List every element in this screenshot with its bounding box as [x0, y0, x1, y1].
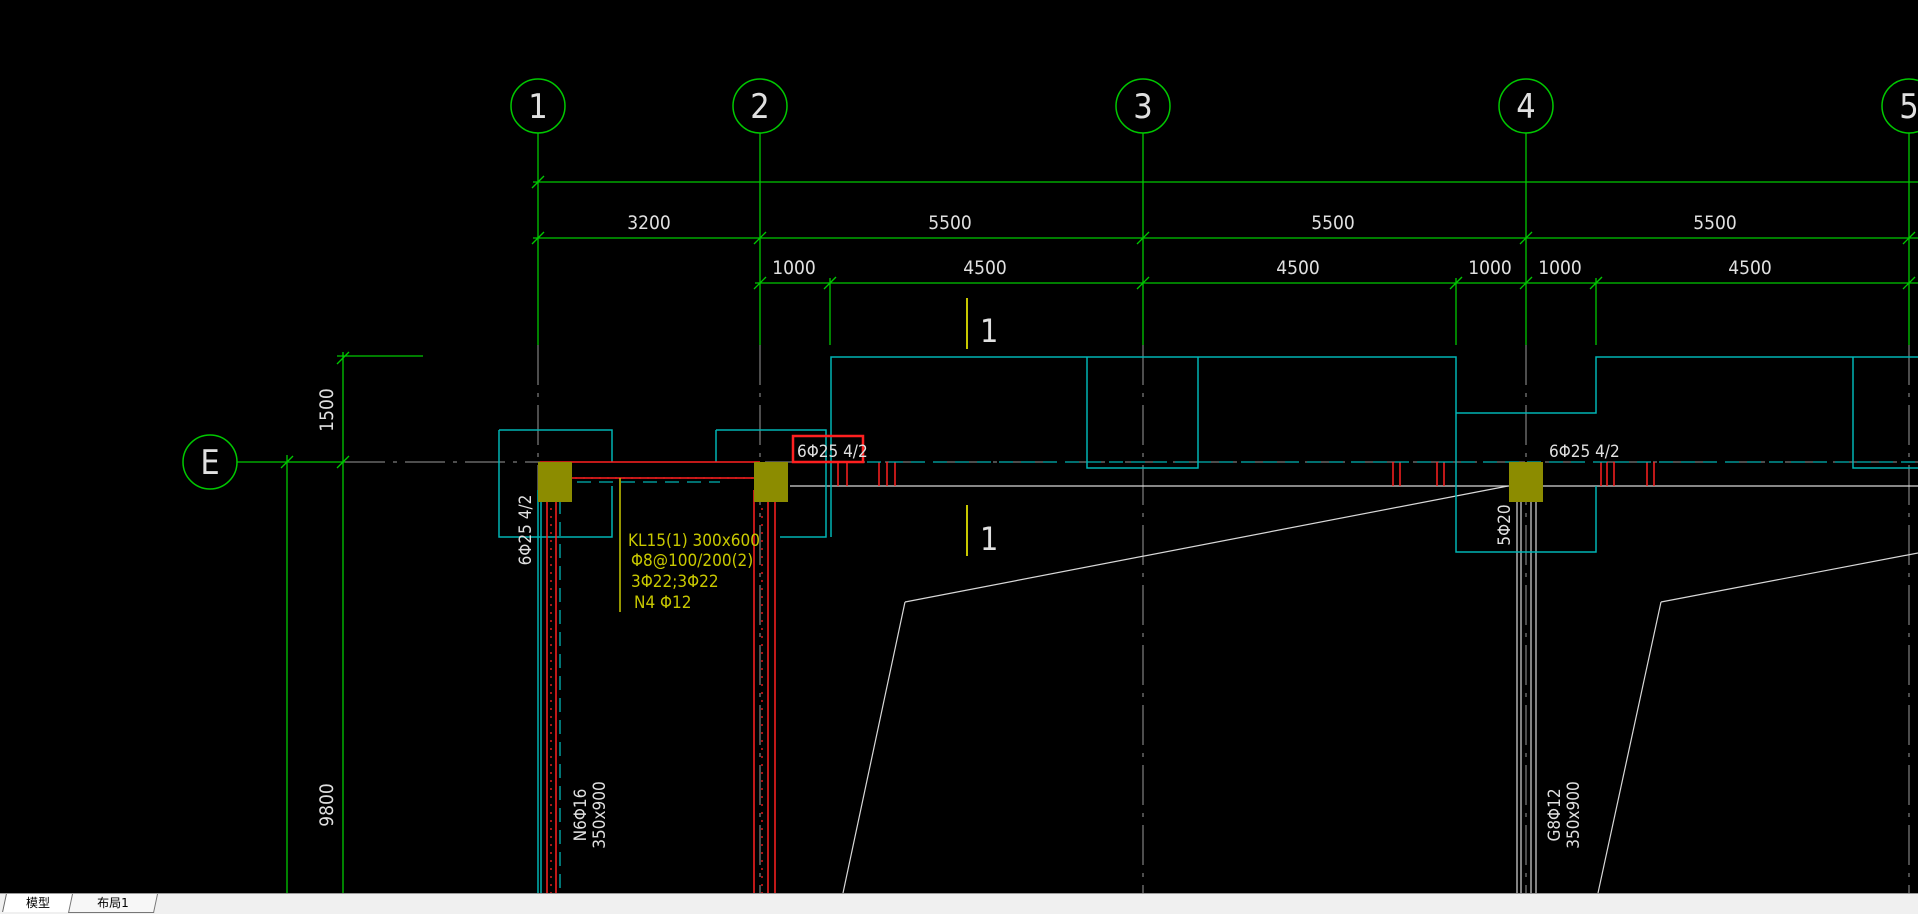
layout-tab-bar: 模型 布局1: [0, 893, 1918, 914]
tab-layout1-label: 布局1: [97, 896, 129, 910]
annotation-highlight: 6Φ25 4/2: [797, 442, 868, 462]
beam-label-line-2: Φ8@100/200(2): [631, 551, 753, 571]
dim-1500: 1500: [316, 388, 338, 432]
section-mark-bottom: 1: [980, 520, 998, 558]
annotation-right-top: 6Φ25 4/2: [1549, 442, 1620, 462]
cad-drawing-canvas[interactable]: 1 2 3 4 5 E 3200 5500 5500 5500 1000 450…: [0, 0, 1918, 894]
tab-layout1[interactable]: 布局1: [67, 894, 159, 913]
axis-label-2: 2: [750, 87, 769, 127]
tab-model-label: 模型: [25, 896, 50, 910]
annotations: 6Φ25 4/2 6Φ25 4/2 6Φ25 4/2 5Φ20 N6Φ16 35…: [516, 434, 1620, 849]
annotation-col1-a: N6Φ16: [571, 789, 591, 842]
red-beam-columns: [540, 461, 1655, 893]
beam-label-line-1: KL15(1) 300x600: [628, 531, 760, 551]
beam-label: KL15(1) 300x600 Φ8@100/200(2) 3Φ22;3Φ22 …: [619, 478, 760, 613]
column-1: [538, 462, 572, 502]
tab-model[interactable]: 模型: [2, 894, 74, 912]
dim-4500-b: 4500: [1276, 257, 1320, 279]
dim-5500-b: 5500: [1311, 212, 1355, 234]
axis-bubble-E: E: [182, 434, 238, 490]
beam-outline: [790, 485, 1918, 894]
axis-label-E: E: [200, 443, 219, 483]
dim-1000-b: 1000: [1468, 257, 1512, 279]
section-mark-top: 1: [980, 312, 998, 350]
dim-5500-a: 5500: [928, 212, 972, 234]
annotation-left-vertical: 6Φ25 4/2: [516, 495, 536, 566]
column-2: [754, 462, 788, 502]
dim-9800: 9800: [316, 783, 338, 827]
axis-label-4: 4: [1516, 87, 1535, 127]
annotation-col4-top: 5Φ20: [1495, 504, 1515, 545]
section-marks: 1 1: [966, 298, 998, 558]
annotation-col1-b: 350x900: [590, 781, 610, 848]
cyan-dashed-lines: [559, 461, 1918, 893]
annotation-col4-a: G8Φ12: [1545, 788, 1565, 841]
axis-label-1: 1: [528, 87, 547, 127]
beam-label-line-4: N4 Φ12: [634, 593, 692, 613]
dim-3200: 3200: [627, 212, 671, 234]
annotation-col4-b: 350x900: [1564, 781, 1584, 848]
cyan-outlines: [498, 356, 1918, 893]
axis-label-3: 3: [1133, 87, 1152, 127]
dim-5500-c: 5500: [1693, 212, 1737, 234]
dim-1000-c: 1000: [1538, 257, 1582, 279]
axis-bubble-1: 1: [510, 78, 566, 134]
axis-bubble-5: 5: [1881, 78, 1918, 134]
axis-bubble-4: 4: [1498, 78, 1554, 134]
dim-4500-c: 4500: [1728, 257, 1772, 279]
axis-bubble-3: 3: [1115, 78, 1171, 134]
axis-bubble-2: 2: [732, 78, 788, 134]
dim-1000-a: 1000: [772, 257, 816, 279]
dim-4500-a: 4500: [963, 257, 1007, 279]
column-4: [1509, 462, 1543, 502]
beam-label-line-3: 3Φ22;3Φ22: [631, 572, 719, 592]
axis-label-5: 5: [1899, 87, 1918, 127]
